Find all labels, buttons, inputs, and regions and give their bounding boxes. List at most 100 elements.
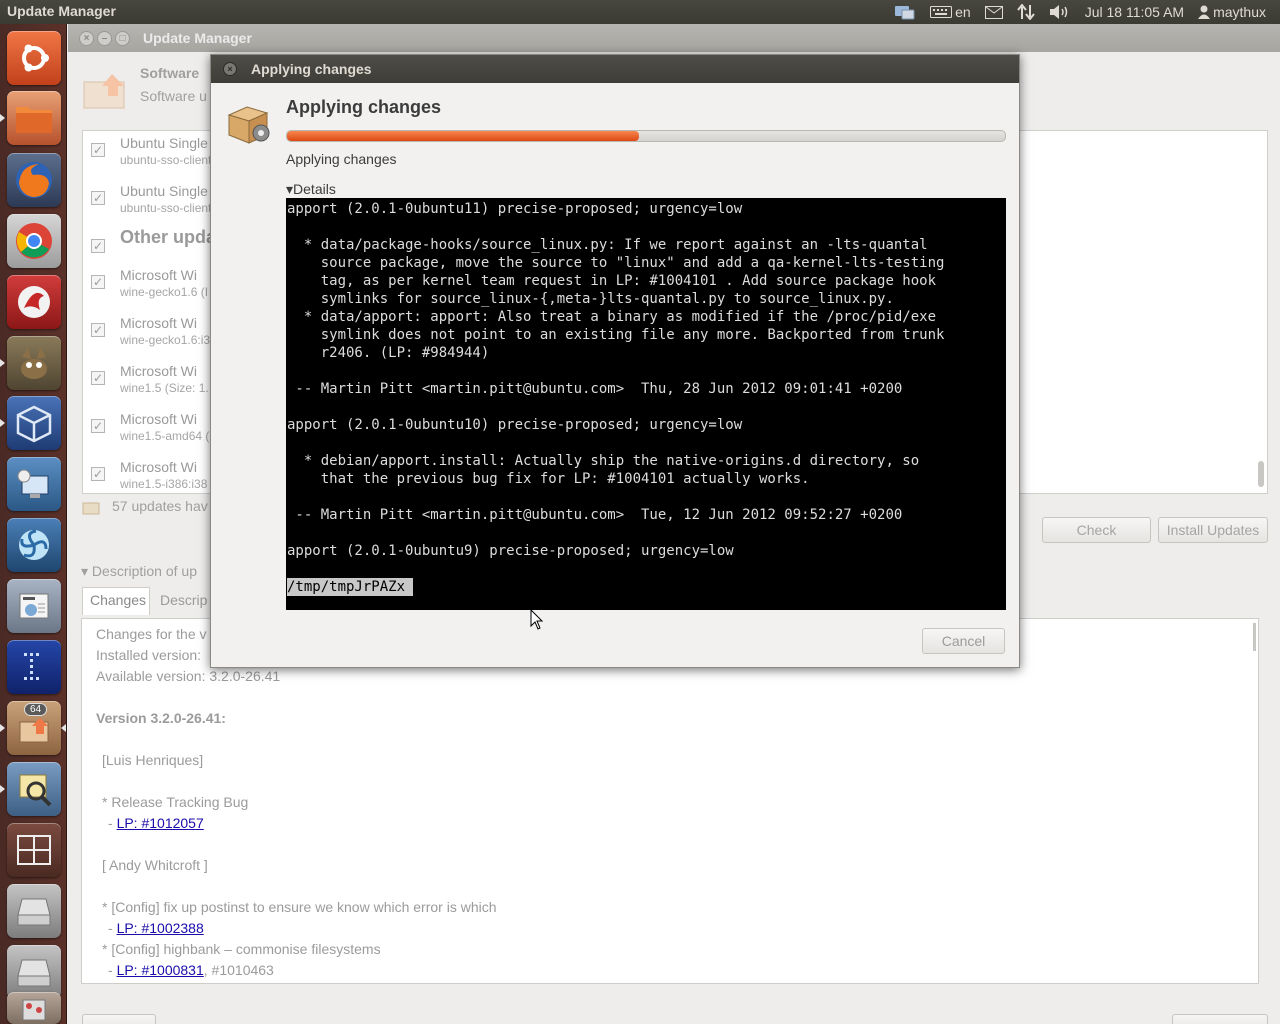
version-heading: Version 3.2.0-26.41:: [96, 710, 226, 726]
cancel-button[interactable]: Cancel: [922, 628, 1005, 654]
launcher-remote-desktop[interactable]: [7, 457, 61, 511]
dialog-heading: Applying changes: [286, 97, 442, 117]
launcher-files[interactable]: [7, 91, 61, 145]
terminal-line: apport (2.0.1-0ubuntu11) precise-propose…: [287, 201, 743, 217]
description-expander[interactable]: ▾ Description of up: [81, 563, 197, 580]
terminal-output[interactable]: apport (2.0.1-0ubuntu11) precise-propose…: [286, 198, 1006, 610]
item-name: Ubuntu Single: [120, 183, 208, 199]
terminal-line: tag, as per kernel team request in LP: #…: [287, 273, 937, 289]
remote-desktop-icon: [17, 469, 49, 498]
launcher-news[interactable]: [7, 579, 61, 633]
panel-app-title: Update Manager: [7, 3, 116, 19]
dialog-titlebar: × Applying changes: [211, 55, 1019, 83]
dialog-close-button[interactable]: ×: [223, 62, 237, 76]
disk-icon: [17, 898, 51, 926]
launcher-firefox[interactable]: [7, 153, 61, 207]
tab-changes[interactable]: Changes: [82, 587, 150, 615]
ubuntu-dash-icon: [22, 44, 49, 72]
launcher-workspace-switcher[interactable]: [7, 823, 61, 877]
details-expander[interactable]: ▾Details: [286, 181, 336, 198]
launcher-red-app[interactable]: [7, 275, 61, 329]
terminal-line: source package, move the source to "linu…: [287, 255, 945, 271]
close-button[interactable]: [1172, 1014, 1268, 1024]
launcher-gimp[interactable]: [7, 336, 61, 390]
terminal-line: symlinks for source_linux-{,meta-}lts-qu…: [287, 291, 894, 307]
bug-link-line: - LP: #1012057: [108, 815, 204, 831]
user-indicator[interactable]: maythux: [1198, 4, 1266, 20]
header-subtitle: Software u: [140, 88, 207, 104]
check-button[interactable]: Check: [1042, 517, 1151, 543]
launcher-update-manager[interactable]: 64: [7, 701, 61, 755]
launcher-trash[interactable]: [7, 992, 61, 1024]
clock[interactable]: Jul 18 11:05 AM: [1085, 4, 1184, 20]
red-app-icon: [18, 286, 50, 318]
dash-text: -: [108, 815, 113, 831]
firefox-icon: [16, 162, 52, 198]
author-line: [ Andy Whitcroft ]: [102, 857, 208, 873]
terminal-line: apport (2.0.1-0ubuntu10) precise-propose…: [287, 417, 743, 433]
item-package: wine1.5-i386:i38: [120, 477, 208, 491]
bug-link[interactable]: LP: #1002388: [117, 920, 204, 936]
change-entry: * [Config] fix up postinst to ensure we …: [102, 899, 497, 915]
bug-number: , #1010463: [203, 962, 274, 978]
bug-link-line: - LP: #1000831, #1010463: [108, 962, 274, 978]
launcher-count-badge: 64: [24, 703, 48, 716]
terminal-selection: /tmp/tmpJrPAZx: [287, 578, 414, 596]
description-expander-label: Description of up: [91, 563, 197, 579]
disk-icon-2: [17, 959, 51, 987]
updates-count: 57 updates hav: [112, 498, 208, 514]
sound-indicator[interactable]: [1049, 4, 1071, 20]
image-viewer-icon: [19, 774, 52, 807]
item-name: Ubuntu Single: [120, 135, 208, 151]
item-name: Microsoft Wi: [120, 315, 197, 331]
mail-indicator[interactable]: [984, 5, 1003, 19]
checkbox[interactable]: ✓: [91, 143, 105, 157]
checkbox[interactable]: ✓: [91, 467, 105, 481]
launcher-disk-2[interactable]: [7, 945, 61, 999]
keyboard-indicator[interactable]: en: [930, 4, 971, 20]
dialog-title: Applying changes: [251, 61, 372, 77]
user-name: maythux: [1213, 4, 1266, 20]
window-minimize-button[interactable]: –: [97, 31, 112, 46]
launcher-disk[interactable]: [7, 884, 61, 938]
network-indicator[interactable]: [1016, 4, 1035, 20]
launcher-virtualbox[interactable]: [7, 396, 61, 450]
settings-button[interactable]: [82, 1014, 156, 1024]
keyboard-icon: [930, 6, 953, 18]
files-icon: [16, 107, 52, 133]
launcher-image-viewer[interactable]: [7, 762, 61, 816]
gimp-icon: [21, 347, 47, 379]
bug-link[interactable]: LP: #1000831: [117, 962, 204, 978]
bug-link[interactable]: LP: #1012057: [117, 815, 204, 831]
desc-scrollbar[interactable]: [1253, 623, 1256, 651]
launcher-dash[interactable]: [7, 31, 61, 85]
install-updates-button[interactable]: Install Updates: [1158, 517, 1268, 543]
terminal-line: * data/package-hooks/source_linux.py: If…: [287, 237, 928, 253]
launcher-swirl-app[interactable]: [7, 518, 61, 572]
terminal-selected-line: /tmp/tmpJrPAZx: [287, 578, 1006, 596]
window-close-button[interactable]: ×: [79, 31, 94, 46]
expander-arrow-icon: ▾: [81, 563, 89, 579]
tab-description[interactable]: Descrip: [152, 590, 212, 614]
checkbox[interactable]: ✓: [91, 419, 105, 433]
changes-text-view: Changes for the v Installed version: Ava…: [81, 618, 1259, 984]
chrome-icon: [16, 223, 52, 259]
dash-text: -: [108, 962, 113, 978]
checkbox[interactable]: ✓: [91, 275, 105, 289]
change-entry: * [Config] highbank – commonise filesyst…: [102, 941, 381, 957]
item-name: Microsoft Wi: [120, 459, 197, 475]
window-maximize-button[interactable]: □: [115, 31, 130, 46]
launcher-calculator[interactable]: [7, 640, 61, 694]
header-title: Software: [140, 65, 200, 81]
checkbox[interactable]: ✓: [91, 239, 105, 253]
list-scrollbar[interactable]: [1258, 461, 1264, 487]
top-panel: Update Manager en Jul 18 11:05 AM maythu…: [0, 0, 1280, 24]
checkbox[interactable]: ✓: [91, 323, 105, 337]
launcher-chrome[interactable]: [7, 214, 61, 268]
checkbox[interactable]: ✓: [91, 371, 105, 385]
messaging-indicator[interactable]: [894, 4, 916, 20]
mouse-pointer-icon: [530, 609, 544, 630]
checkbox[interactable]: ✓: [91, 191, 105, 205]
